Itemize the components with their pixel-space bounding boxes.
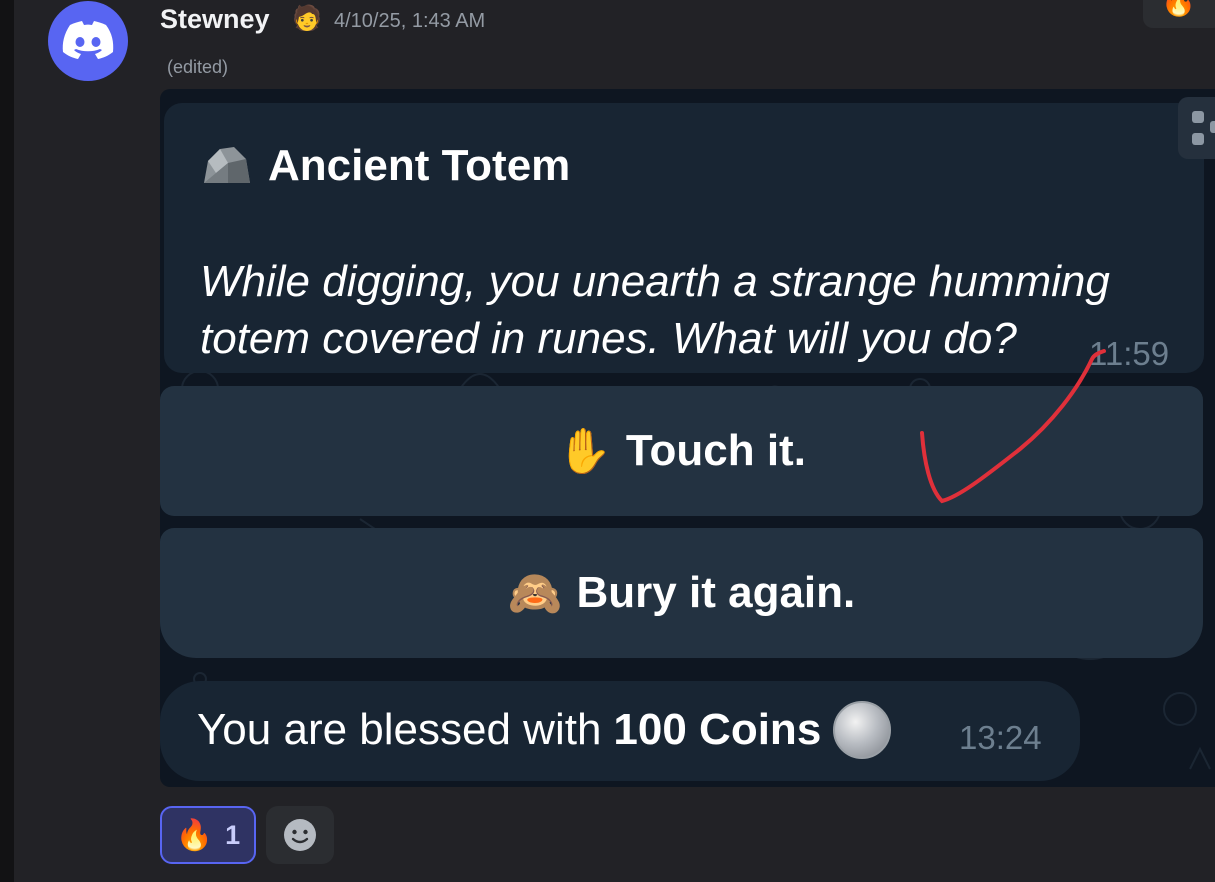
fire-icon: 🔥	[1161, 0, 1196, 17]
bury-it-label: Bury it again.	[576, 568, 856, 617]
result-text: You are blessed with 100 Coins	[197, 701, 892, 759]
fire-reaction-button[interactable]: 🔥 1	[160, 806, 256, 864]
avatar[interactable]	[48, 1, 128, 81]
touch-it-label: Touch it.	[625, 426, 806, 475]
bury-it-button[interactable]: 🙈 Bury it again.	[160, 528, 1203, 658]
see-no-evil-monkey-icon: 🙈	[507, 569, 563, 618]
corner-reaction-button[interactable]: 🔥	[1143, 0, 1215, 28]
username[interactable]: Stewney	[160, 4, 270, 35]
fire-icon: 🔥	[175, 818, 214, 852]
result-prefix: You are blessed with	[197, 705, 602, 754]
card-description: While digging, you unearth a strange hum…	[200, 257, 1110, 363]
smiley-icon	[284, 819, 316, 851]
silver-coin-icon	[833, 701, 892, 759]
result-message-bubble: You are blessed with 100 Coins 13:24	[160, 681, 1080, 781]
card-time: 11:59	[1089, 335, 1170, 372]
touch-it-button[interactable]: ✋ Touch it.	[160, 386, 1203, 516]
result-amount: 100 Coins	[613, 705, 822, 754]
card-title-text: Ancient Totem	[268, 141, 571, 190]
rock-icon	[204, 147, 250, 183]
attached-screenshot[interactable]: Ancient Totem While digging, you unearth…	[160, 89, 1215, 787]
raised-hand-icon: ✋	[557, 427, 612, 476]
message-timestamp: 4/10/25, 1:43 AM	[334, 10, 486, 32]
game-message-bubble: Ancient Totem While digging, you unearth…	[164, 103, 1204, 373]
discord-logo-icon	[62, 21, 114, 59]
reaction-count: 1	[225, 819, 241, 850]
left-rail	[0, 0, 14, 882]
result-time: 13:24	[959, 719, 1042, 756]
card-title: Ancient Totem	[198, 141, 570, 191]
role-icon: 🧑	[292, 5, 322, 32]
add-reaction-button[interactable]	[266, 806, 334, 864]
side-action-icon[interactable]	[1178, 97, 1215, 159]
edited-label: (edited)	[167, 57, 229, 77]
